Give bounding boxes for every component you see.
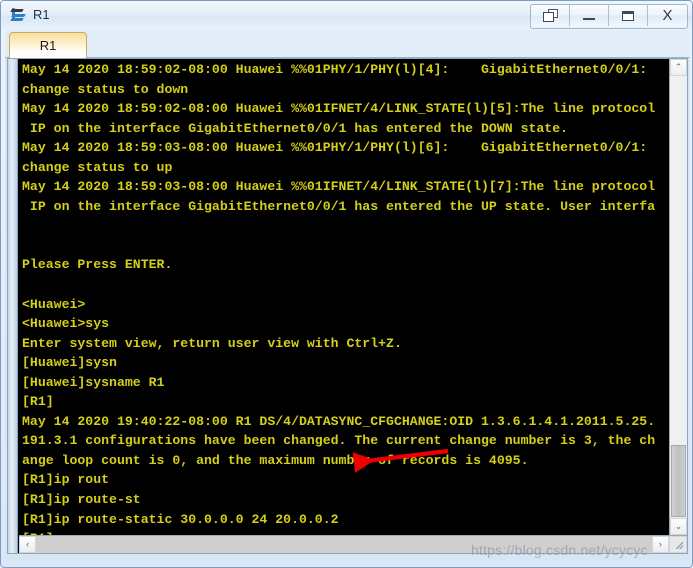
chevron-up-icon: ⌃ [674,62,683,72]
terminal-line: [Huawei]sysname R1 [22,374,165,390]
terminal-line: [R1] [22,394,54,410]
terminal-line: [R1]ip route-st [22,492,141,508]
terminal-line: May 14 2020 18:59:03-08:00 Huawei %%01IF… [22,179,656,195]
terminal-line: 191.3.1 configurations have been changed… [22,433,656,449]
vertical-scrollbar-thumb[interactable] [671,445,686,517]
resize-grip[interactable] [669,536,687,553]
terminal-line: <Huawei>sys [22,316,110,332]
terminal-container: May 14 2020 18:59:02-08:00 Huawei %%01PH… [5,58,690,561]
maximize-button[interactable] [609,5,648,26]
scroll-right-button[interactable]: › [652,536,669,553]
terminal-line: change status to up [22,159,173,175]
terminal-line: Please Press ENTER. [22,257,173,273]
terminal-line: <Huawei> [22,296,86,312]
router-icon [10,6,28,24]
terminal-output-pane[interactable]: May 14 2020 18:59:02-08:00 Huawei %%01PH… [19,59,669,535]
terminal-line: May 14 2020 18:59:03-08:00 Huawei %%01PH… [22,140,648,156]
terminal-line: IP on the interface GigabitEthernet0/0/1… [22,198,656,214]
terminal-line: May 14 2020 18:59:02-08:00 Huawei %%01PH… [22,62,648,77]
terminal-line: [R1]ip route-static 30.0.0.0 24 20.0.0.2 [22,511,339,527]
window-controls: X [530,4,688,29]
minimize-icon [583,18,595,20]
tab-r1[interactable]: R1 [9,32,87,58]
watermark: https://blog.csdn.net/ycycyc [471,542,648,558]
chevron-left-icon: ‹ [26,539,29,549]
terminal-frame: May 14 2020 18:59:02-08:00 Huawei %%01PH… [7,58,688,554]
maximize-icon [622,10,634,21]
terminal-line: Enter system view, return user view with… [22,335,402,351]
terminal-line: [Huawei]sysn [22,355,117,371]
tab-label: R1 [39,38,57,53]
scroll-left-button[interactable]: ‹ [19,536,36,553]
titlebar-left-group: R1 [10,4,50,26]
close-button[interactable]: X [648,5,687,26]
terminal-line: ange loop count is 0, and the maximum nu… [22,452,529,468]
chevron-down-icon: ⌄ [674,521,683,531]
window-title: R1 [33,7,50,22]
router-cli-window: R1 X R1 May 14 2020 18:59:02-08:00 Huawe… [0,0,693,568]
terminal-line: [R1]ip rout [22,472,110,488]
terminal-left-gutter [8,59,18,553]
terminal-line: May 14 2020 18:59:02-08:00 Huawei %%01IF… [22,101,656,117]
restore-icon [542,9,558,22]
window-titlebar: R1 X [1,1,692,30]
scroll-up-button[interactable]: ⌃ [670,59,687,76]
close-icon: X [662,7,673,24]
terminal-line: IP on the interface GigabitEthernet0/0/1… [22,120,569,136]
terminal-text: May 14 2020 18:59:02-08:00 Huawei %%01PH… [22,60,655,535]
chevron-right-icon: › [659,539,662,549]
terminal-line: May 14 2020 19:40:22-08:00 R1 DS/4/DATAS… [22,413,656,429]
minimize-button[interactable] [570,5,609,26]
terminal-line: change status to down [22,81,189,97]
restore-button[interactable] [531,5,570,26]
vertical-scrollbar[interactable]: ⌃ ⌄ [669,59,687,535]
tab-strip: R1 [5,30,690,58]
scroll-down-button[interactable]: ⌄ [670,518,687,535]
